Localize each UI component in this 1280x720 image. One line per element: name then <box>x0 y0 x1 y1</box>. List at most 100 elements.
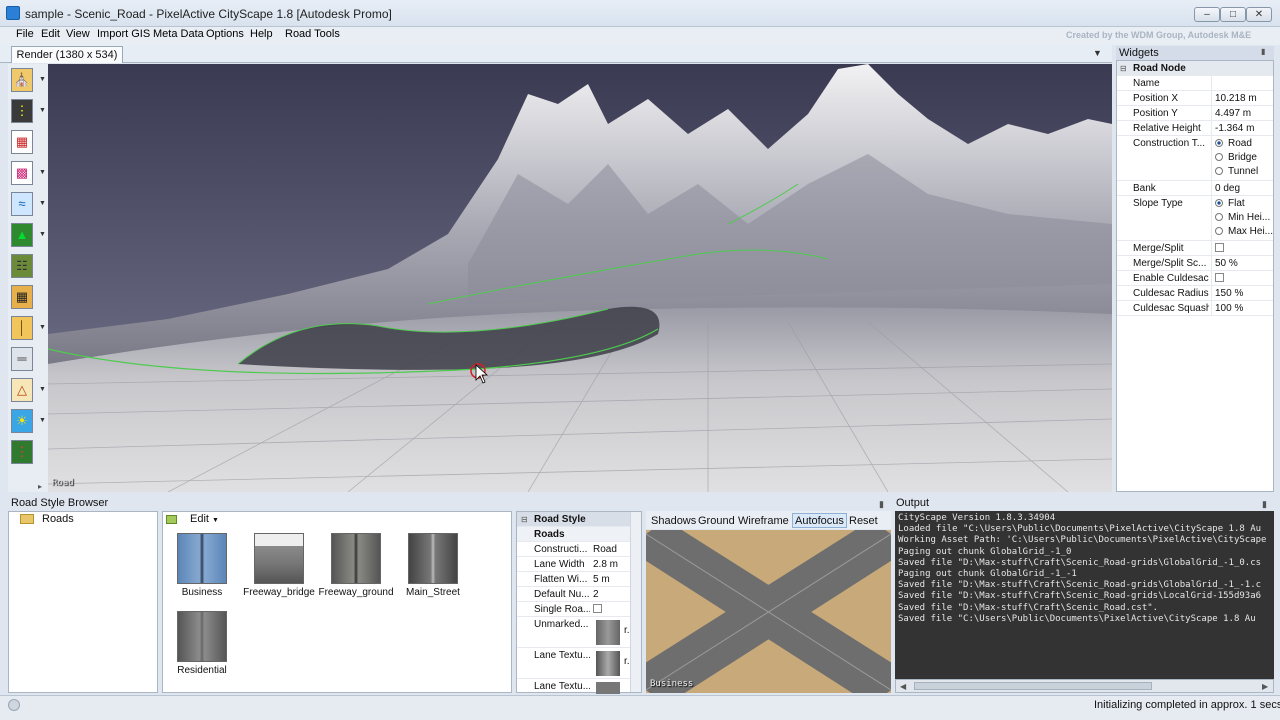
prop-row[interactable]: Name <box>1117 76 1273 91</box>
prop-row[interactable]: Construction T... Road Bridge Tunnel <box>1117 136 1273 181</box>
maximize-icon[interactable]: □ <box>1220 7 1246 22</box>
prop-row[interactable]: Lane Width 2.8 m <box>517 557 641 572</box>
rail-tool-icon[interactable]: ═ <box>11 347 33 371</box>
menu-road-tools[interactable]: Road Tools <box>285 28 340 40</box>
tree-tool-icon[interactable]: ▲ <box>11 223 33 247</box>
prop-value[interactable]: 100 % <box>1211 301 1273 316</box>
style-thumb-freeway-bridge[interactable] <box>254 533 304 584</box>
block-tool-icon[interactable]: ▦ <box>11 130 33 154</box>
prop-value[interactable]: 10.218 m <box>1211 91 1273 106</box>
prop-row[interactable]: Default Nu... 2 <box>517 587 641 602</box>
pin-icon[interactable]: ▮ <box>879 499 884 510</box>
water-tool-icon[interactable]: ≈ <box>11 192 33 216</box>
wireframe-button[interactable]: Wireframe <box>735 513 792 528</box>
ground-button[interactable]: Ground <box>695 513 738 528</box>
pin-icon[interactable]: ▮ <box>1262 499 1267 510</box>
building-grid-icon[interactable]: ▦ <box>11 285 33 309</box>
prop-row[interactable]: Culdesac Squash 100 % <box>1117 301 1273 316</box>
reset-button[interactable]: Reset <box>846 513 881 528</box>
style-thumb-freeway-ground[interactable] <box>331 533 381 584</box>
prop-value[interactable]: -1.364 m <box>1211 121 1273 136</box>
chevron-down-icon[interactable]: ▼ <box>39 324 46 331</box>
prop-row[interactable]: Culdesac Radius 150 % <box>1117 286 1273 301</box>
culdesac-checkbox[interactable] <box>1215 273 1224 282</box>
prop-value[interactable]: 0 deg <box>1211 181 1273 196</box>
chevron-down-icon[interactable]: ▼ <box>39 169 46 176</box>
prop-row[interactable]: Lane Textu... r. <box>517 648 641 679</box>
style-thumb-business[interactable] <box>177 533 227 584</box>
section-road-node[interactable]: ⊟ Road Node <box>1117 61 1273 76</box>
pole-tool-icon[interactable]: │ <box>11 316 33 340</box>
prop-value[interactable]: 150 % <box>1211 286 1273 301</box>
collapse-icon[interactable]: ⊟ <box>521 515 528 524</box>
fence-tool-icon[interactable]: ☷ <box>11 254 33 278</box>
render-viewport[interactable] <box>48 64 1112 492</box>
radio-flat[interactable]: Flat <box>1215 198 1273 209</box>
collapse-icon[interactable]: ⊟ <box>1120 64 1127 73</box>
texture-thumb[interactable] <box>596 620 620 645</box>
menu-import-gis[interactable]: Import GIS <box>97 28 150 40</box>
prop-row[interactable]: Position X 10.218 m <box>1117 91 1273 106</box>
minimize-icon[interactable]: – <box>1194 7 1220 22</box>
prop-row[interactable]: Lane Textu... <box>517 679 641 694</box>
pin-icon[interactable]: ▮ <box>1261 47 1265 56</box>
scroll-left-icon[interactable]: ◀ <box>900 682 906 691</box>
edit-menu-button[interactable]: Edit ▼ <box>190 513 219 525</box>
menu-help[interactable]: Help <box>250 28 273 40</box>
chevron-down-icon[interactable]: ▼ <box>39 107 46 114</box>
prop-row[interactable]: Flatten Wi... 5 m <box>517 572 641 587</box>
tab-render[interactable]: Render (1380 x 534) <box>11 46 123 63</box>
menu-file[interactable]: File <box>16 28 34 40</box>
traffic-light-icon[interactable]: ⋮ <box>11 440 33 464</box>
prop-row[interactable]: Single Roa... <box>517 602 641 617</box>
style-thumb-main-street[interactable] <box>408 533 458 584</box>
single-road-checkbox[interactable] <box>593 604 602 613</box>
light-tool-icon[interactable]: ☀ <box>11 409 33 433</box>
scroll-right-icon[interactable]: ▶ <box>1262 682 1268 691</box>
terrain-tool-icon[interactable]: △ <box>11 378 33 402</box>
prop-row[interactable]: Enable Culdesac <box>1117 271 1273 286</box>
chevron-down-icon[interactable]: ▼ <box>39 231 46 238</box>
scrollbar[interactable] <box>630 512 641 692</box>
tree-item-roads[interactable]: Roads <box>42 513 74 525</box>
style-thumb-residential[interactable] <box>177 611 227 662</box>
radio-road[interactable]: Road <box>1215 138 1273 149</box>
menu-options[interactable]: Options <box>206 28 244 40</box>
prop-row[interactable]: Unmarked... r. <box>517 617 641 648</box>
section-road-style[interactable]: ⊟ Road Style <box>517 512 641 527</box>
horizontal-scrollbar[interactable]: ◀ ▶ <box>895 679 1274 693</box>
lot-tool-icon[interactable]: ▩ <box>11 161 33 185</box>
menu-meta-data[interactable]: Meta Data <box>153 28 204 40</box>
chevron-down-icon[interactable]: ▼ <box>1093 48 1102 58</box>
menu-view[interactable]: View <box>66 28 90 40</box>
prop-row[interactable]: Relative Height -1.364 m <box>1117 121 1273 136</box>
prop-row[interactable]: Constructi... Road <box>517 542 641 557</box>
merge-split-checkbox[interactable] <box>1215 243 1224 252</box>
chevron-down-icon[interactable]: ▼ <box>39 417 46 424</box>
chevron-down-icon[interactable]: ▼ <box>39 200 46 207</box>
close-icon[interactable]: ✕ <box>1246 7 1272 22</box>
prop-row[interactable]: Bank 0 deg <box>1117 181 1273 196</box>
expand-toolbar-icon[interactable]: ▸ <box>38 482 42 491</box>
chevron-down-icon[interactable]: ▼ <box>39 76 46 83</box>
radio-bridge[interactable]: Bridge <box>1215 152 1273 163</box>
folder-up-icon[interactable] <box>166 515 177 524</box>
prop-row[interactable]: Position Y 4.497 m <box>1117 106 1273 121</box>
prop-value[interactable] <box>1211 76 1273 91</box>
shadows-button[interactable]: Shadows <box>648 513 699 528</box>
autofocus-button[interactable]: Autofocus <box>792 513 847 528</box>
prop-value[interactable]: 4.497 m <box>1211 106 1273 121</box>
prop-row[interactable]: Merge/Split <box>1117 241 1273 256</box>
menu-edit[interactable]: Edit <box>41 28 60 40</box>
prop-row[interactable]: Merge/Split Sc... 50 % <box>1117 256 1273 271</box>
road-tool-icon[interactable]: ⋮ <box>11 99 33 123</box>
building-tool-icon[interactable]: ⛪ <box>11 68 33 92</box>
prop-row[interactable]: Slope Type Flat Min Hei... Max Hei... <box>1117 196 1273 241</box>
scroll-thumb[interactable] <box>914 682 1152 690</box>
radio-max-height[interactable]: Max Hei... <box>1215 226 1273 237</box>
output-log[interactable]: CityScape Version 1.8.3.34904 Loaded fil… <box>895 511 1274 679</box>
radio-tunnel[interactable]: Tunnel <box>1215 166 1273 177</box>
prop-value[interactable]: 50 % <box>1211 256 1273 271</box>
radio-min-height[interactable]: Min Hei... <box>1215 212 1273 223</box>
style-preview[interactable] <box>646 530 891 693</box>
